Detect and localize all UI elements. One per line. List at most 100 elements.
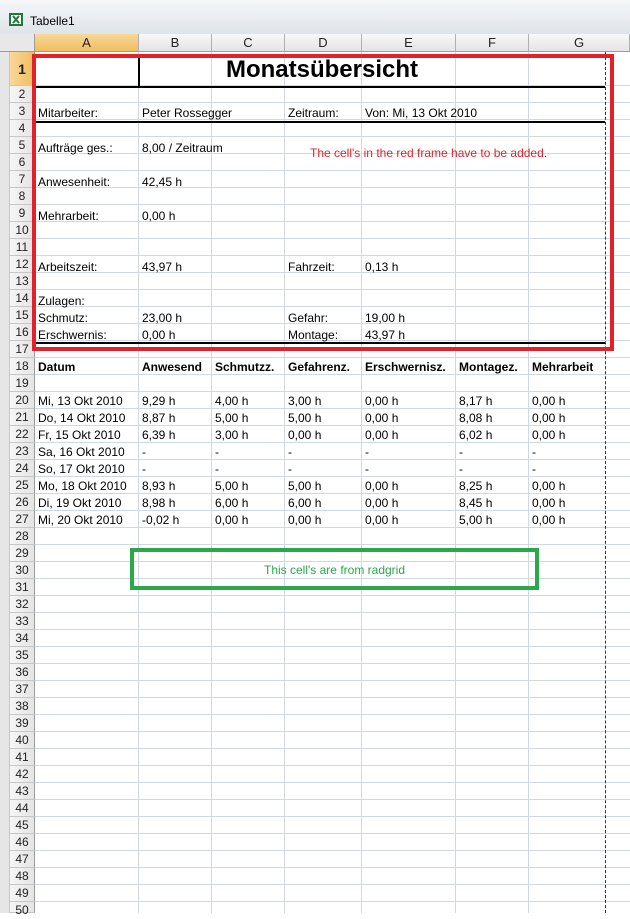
table-cell: Do, 14 Okt 2010 [38, 411, 126, 425]
green-annotation-note: This cell's are from radgrid [264, 563, 405, 577]
table-cell: So, 17 Okt 2010 [38, 462, 125, 476]
row-header[interactable]: 35 [10, 647, 35, 664]
column-header-c[interactable]: C [212, 34, 285, 52]
table-header-cell: Gefahrenz. [288, 360, 351, 374]
table-cell: - [459, 445, 463, 459]
row-header[interactable]: 22 [10, 426, 35, 443]
table-cell: 0,00 h [365, 394, 399, 408]
column-header-f[interactable]: F [456, 34, 529, 52]
column-header-a[interactable]: A [35, 34, 139, 52]
row-header[interactable]: 47 [10, 851, 35, 868]
table-cell: 8,17 h [459, 394, 493, 408]
table-cell: 8,98 h [142, 496, 176, 510]
row-header[interactable]: 18 [10, 358, 35, 375]
column-header-d[interactable]: D [285, 34, 362, 52]
table-cell: 5,00 h [288, 411, 322, 425]
table-header-cell: Montagez. [459, 360, 518, 374]
table-cell: 9,29 h [142, 394, 176, 408]
row-header[interactable]: 49 [10, 885, 35, 902]
table-cell: 0,00 h [532, 428, 566, 442]
table-cell: 0,00 h [288, 513, 322, 527]
table-cell: 0,00 h [365, 513, 399, 527]
red-annotation-note: The cell's in the red frame have to be a… [310, 146, 548, 160]
row-header[interactable]: 41 [10, 749, 35, 766]
row-header[interactable]: 23 [10, 443, 35, 460]
table-cell: 5,00 h [459, 513, 493, 527]
row-header[interactable]: 37 [10, 681, 35, 698]
table-cell: 8,93 h [142, 479, 176, 493]
table-cell: - [215, 445, 219, 459]
table-cell: 8,87 h [142, 411, 176, 425]
row-header[interactable]: 33 [10, 613, 35, 630]
row-header[interactable]: 36 [10, 664, 35, 681]
table-header-cell: Schmutzz. [215, 360, 275, 374]
table-cell: 8,08 h [459, 411, 493, 425]
table-cell: 3,00 h [288, 394, 322, 408]
table-cell: 3,00 h [215, 428, 249, 442]
table-cell: Fr, 15 Okt 2010 [38, 428, 121, 442]
column-header-e[interactable]: E [362, 34, 456, 52]
row-header[interactable]: 26 [10, 494, 35, 511]
table-cell: 0,00 h [532, 411, 566, 425]
table-cell: Mi, 20 Okt 2010 [38, 513, 123, 527]
row-header[interactable]: 21 [10, 409, 35, 426]
table-cell: 6,02 h [459, 428, 493, 442]
table-cell: 5,00 h [215, 411, 249, 425]
row-header[interactable]: 27 [10, 511, 35, 528]
row-header[interactable]: 45 [10, 817, 35, 834]
table-cell: 0,00 h [532, 479, 566, 493]
table-cell: 0,00 h [215, 513, 249, 527]
table-cell: - [142, 445, 146, 459]
row-header[interactable]: 48 [10, 868, 35, 885]
table-cell: 5,00 h [288, 479, 322, 493]
table-cell: Sa, 16 Okt 2010 [38, 445, 125, 459]
table-header-cell: Datum [38, 360, 76, 374]
red-annotation-frame [32, 54, 614, 351]
select-all-corner[interactable] [0, 34, 35, 52]
row-header[interactable]: 20 [10, 392, 35, 409]
row-header[interactable]: 44 [10, 800, 35, 817]
table-cell: -0,02 h [142, 513, 180, 527]
table-cell: - [288, 445, 292, 459]
column-header-b[interactable]: B [139, 34, 212, 52]
row-header[interactable]: 34 [10, 630, 35, 647]
row-header[interactable]: 24 [10, 460, 35, 477]
row-header[interactable]: 39 [10, 715, 35, 732]
table-cell: 0,00 h [365, 428, 399, 442]
table-cell: 0,00 h [532, 394, 566, 408]
row-header[interactable]: 50 [10, 902, 35, 917]
table-cell: - [532, 462, 536, 476]
table-cell: - [215, 462, 219, 476]
row-header[interactable]: 43 [10, 783, 35, 800]
table-cell: 6,00 h [215, 496, 249, 510]
table-cell: 0,00 h [365, 411, 399, 425]
row-header[interactable]: 38 [10, 698, 35, 715]
row-header[interactable]: 28 [10, 528, 35, 545]
row-header[interactable]: 25 [10, 477, 35, 494]
table-header-cell: Mehrarbeit [532, 360, 594, 374]
table-cell: 8,45 h [459, 496, 493, 510]
row-header[interactable]: 42 [10, 766, 35, 783]
table-header-cell: Anwesend [142, 360, 203, 374]
row-header[interactable]: 32 [10, 596, 35, 613]
row-header[interactable]: 31 [10, 579, 35, 596]
excel-icon [9, 13, 23, 26]
row-header[interactable]: 19 [10, 375, 35, 392]
table-cell: Di, 19 Okt 2010 [38, 496, 122, 510]
table-cell: 6,00 h [288, 496, 322, 510]
row-header[interactable]: 46 [10, 834, 35, 851]
column-header-g[interactable]: G [529, 34, 630, 52]
table-cell: - [288, 462, 292, 476]
table-cell: 0,00 h [532, 513, 566, 527]
row-header[interactable]: 40 [10, 732, 35, 749]
row-header[interactable]: 29 [10, 545, 35, 562]
table-cell: 0,00 h [365, 479, 399, 493]
table-cell: 0,00 h [288, 428, 322, 442]
table-cell: - [365, 462, 369, 476]
window-title: Tabelle1 [30, 14, 75, 28]
table-header-cell: Erschwernisz. [365, 360, 446, 374]
row-header[interactable]: 30 [10, 562, 35, 579]
table-cell: Mo, 18 Okt 2010 [38, 479, 127, 493]
table-cell: - [365, 445, 369, 459]
table-cell: Mi, 13 Okt 2010 [38, 394, 123, 408]
